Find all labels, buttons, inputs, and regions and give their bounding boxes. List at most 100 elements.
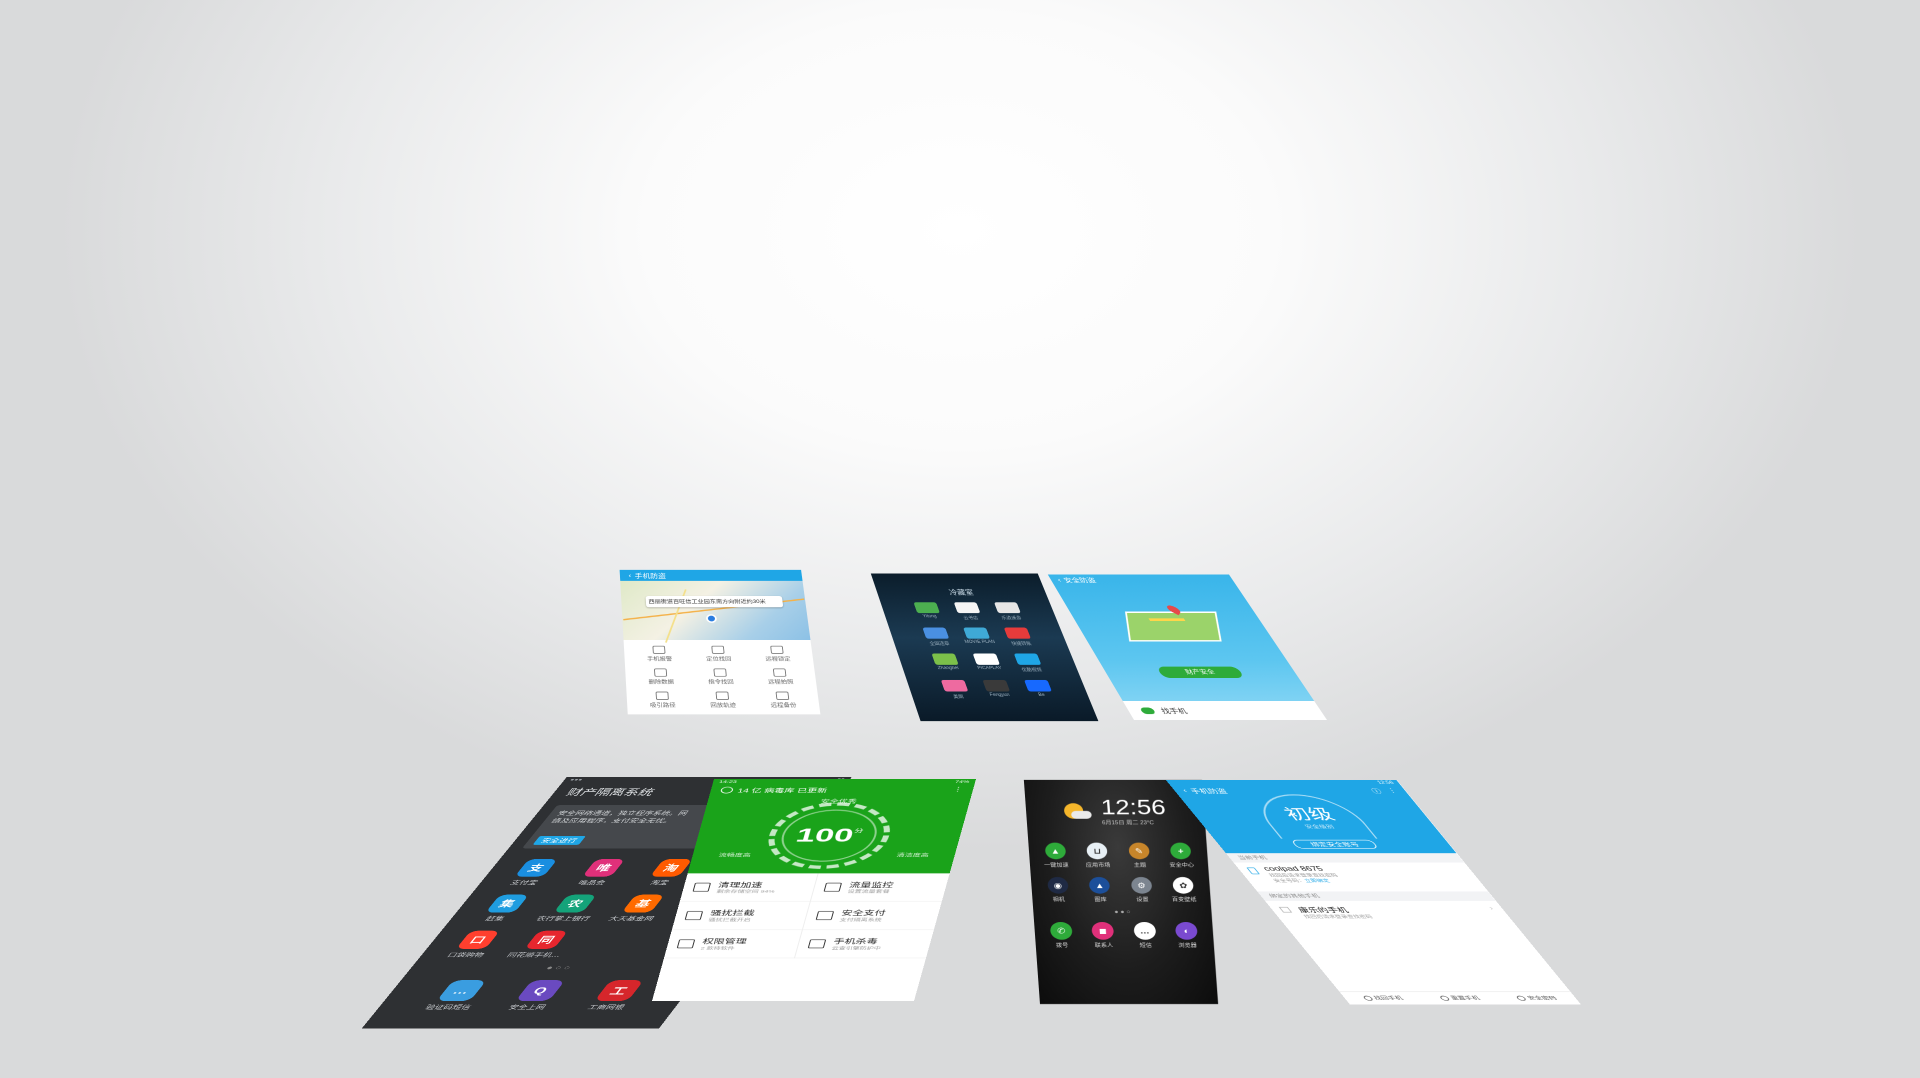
folder-app-label: MOVIE PLAN — [964, 640, 996, 644]
app-tile[interactable]: ◉ 相机 — [1036, 877, 1080, 903]
folder-app[interactable]: 全国违章 — [913, 628, 961, 647]
security-feature-title: 流量监控 — [848, 880, 894, 889]
security-feature-item[interactable]: 骚扰拦截 骚扰拦截开启 — [672, 902, 811, 930]
app-label: 唯品会 — [576, 879, 608, 887]
abc-bank-icon: 农 — [553, 895, 596, 913]
app-tile[interactable]: ✿ 百变壁纸 — [1162, 877, 1206, 903]
folder-app[interactable]: Be — [1015, 680, 1064, 700]
app-label: 赶集 — [483, 914, 507, 922]
app-tile[interactable]: ▲ 图库 — [1078, 877, 1122, 903]
security-feature-item[interactable]: 清理加速 剩余存储空间 94% — [680, 873, 819, 901]
findphone-nav-label: 安全密码 — [1525, 995, 1558, 1001]
map-function-label: 删除数据 — [648, 678, 674, 685]
map-function-item[interactable]: 指令找回 — [690, 668, 751, 685]
find-phone-link[interactable]: 找手机 — [1158, 706, 1189, 716]
findphone-nav-item[interactable]: 安全密码 — [1496, 995, 1578, 1001]
folder-app[interactable]: 云书店 — [945, 602, 992, 620]
device-row[interactable]: coolpad 8675 找回后请求登录查找密码 安全号码：立即绑定 — [1234, 863, 1485, 887]
map-function-icon — [713, 668, 726, 676]
findphone-nav-label: 重置手机 — [1449, 995, 1482, 1001]
bind-now-link[interactable]: 立即绑定 — [1304, 879, 1332, 883]
more-menu-icon[interactable]: ⋮ — [1385, 788, 1399, 794]
map-function-item[interactable]: 吸引路径 — [632, 692, 693, 709]
map-function-icon — [770, 646, 783, 654]
finance-status-left: ●●● — [569, 778, 584, 782]
folder-app[interactable]: Yitong — [905, 602, 952, 620]
device-name: coolpad 8675 — [1262, 866, 1335, 873]
app-tile[interactable]: ✎ 主题 — [1117, 843, 1161, 869]
pocket-icon: 口 — [456, 931, 500, 949]
folder-app[interactable]: PICAPLAY — [964, 653, 1013, 672]
security-feature-item[interactable]: 手机杀毒 云查引擎防护中 — [795, 930, 934, 958]
security-feature-title: 手机杀毒 — [833, 937, 884, 946]
folder-app-label: Zhangbei — [937, 666, 959, 670]
app-label: 口袋购物 — [445, 951, 487, 959]
security-feature-sub: 支付隔离系统 — [839, 917, 885, 923]
security-level: 初级 — [1254, 803, 1364, 824]
app-label: 应用市场 — [1086, 861, 1111, 868]
map-function-item[interactable]: 定位找回 — [688, 646, 749, 663]
findphone-status-right: 12:56 — [1376, 781, 1395, 785]
safe-enter-button[interactable]: 安全进行 — [533, 836, 586, 845]
block-icon — [685, 911, 703, 920]
security-feature-item[interactable]: 权限管理 2 款待软件 — [664, 930, 803, 958]
app-label: 浏览器 — [1178, 941, 1197, 948]
app-tile[interactable]: ✆ 拨号 — [1040, 922, 1084, 949]
folder-app[interactable]: 美图 — [932, 680, 981, 700]
findphone-nav-item[interactable]: 找回手机 — [1342, 995, 1424, 1001]
shield-bolt-icon — [808, 939, 826, 948]
map-function-item[interactable]: 远程锁定 — [747, 646, 808, 663]
app-tile[interactable]: ⚙ 设置 — [1120, 877, 1164, 903]
back-arrow-icon[interactable]: ‹ — [1056, 577, 1062, 584]
stage: ‹ 手机防盗 西丽街道百旺信工业园东南方向附近约30米 手机报警 定位找回 远程锁定… — [0, 0, 1920, 1078]
other-phone-section: 绑定的其他手机 — [1257, 891, 1495, 900]
locate-screen: ‹ 安全防盗 财产安全 找手机 — [1048, 575, 1327, 720]
app-tile[interactable]: ⊔ 应用市场 — [1076, 843, 1120, 869]
help-icon[interactable]: ⓘ — [1368, 787, 1384, 795]
folder-app-label: 全国违章 — [928, 640, 950, 646]
bind-account-button[interactable]: 绑定安全账号 — [1291, 840, 1379, 849]
findphone-nav-label: 找回手机 — [1372, 995, 1405, 1001]
virus-db-banner: 14 亿 病毒库 已更新 — [737, 786, 829, 794]
app-tile[interactable]: ◐ 浏览器 — [1165, 922, 1209, 949]
finance-dock: … 验证码短信 Q 安全上网 工工商网银 — [374, 978, 698, 1014]
security-feature-item[interactable]: 安全支付 支付隔离系统 — [803, 902, 942, 930]
other-device-row[interactable]: 康乐的手机 找回后请求登录查找密码 › — [1265, 901, 1515, 924]
app-tile[interactable]: ▲ 一键加速 — [1034, 843, 1078, 869]
map-function-grid: 手机报警 定位找回 远程锁定删除数据 指令找回 远程拍照吸引路径 回放轨迹 远程备份 — [624, 640, 821, 714]
back-arrow-icon[interactable]: ‹ — [628, 572, 631, 579]
app-label: 安全上网 — [506, 1003, 548, 1011]
folder-app[interactable]: 乐逍遥游 — [985, 602, 1033, 620]
back-arrow-icon[interactable]: ‹ — [1181, 788, 1189, 794]
app-tile[interactable]: … 短信 — [1123, 922, 1167, 949]
folder-app[interactable]: MOVIE PLAN — [954, 628, 1002, 647]
property-safe-button[interactable]: 财产安全 — [1156, 667, 1244, 678]
checkbox-icon[interactable] — [1279, 907, 1292, 913]
app-tile[interactable]: + 安全中心 — [1159, 843, 1203, 869]
map-function-item[interactable]: 删除数据 — [631, 668, 692, 685]
app-label: 大天基金网 — [607, 914, 657, 922]
folder-app[interactable]: 快捷转账 — [995, 628, 1043, 647]
chevron-right-icon: › — [1487, 905, 1495, 911]
folder-app[interactable]: Zhangbei — [922, 653, 970, 672]
security-status-right: 74% — [955, 780, 970, 784]
folder-app[interactable]: 优酷视频 — [1005, 653, 1054, 672]
map-screen: ‹ 手机防盗 西丽街道百旺信工业园东南方向附近约30米 手机报警 定位找回 远程锁定… — [620, 570, 821, 715]
app-label: 主题 — [1134, 861, 1147, 868]
map-function-item[interactable]: 手机报警 — [629, 646, 689, 663]
cleanliness-caption: 清洁度高 — [896, 852, 930, 858]
findphone-bottom-nav: 找回手机 重置手机 安全密码 — [1339, 991, 1580, 1004]
security-score-unit: 分 — [854, 826, 865, 833]
more-menu-icon[interactable]: ⋮ — [952, 787, 964, 793]
map-function-item[interactable]: 回放轨迹 — [692, 692, 754, 709]
map-function-item[interactable]: 远程拍照 — [749, 668, 811, 685]
gallery-icon: ▲ — [1089, 877, 1111, 894]
app-tile[interactable]: ◼ 联系人 — [1081, 922, 1125, 949]
security-feature-item[interactable]: 流量监控 设置流量套餐 — [811, 873, 950, 901]
folder-app-icon — [913, 602, 939, 613]
map-area[interactable]: 西丽街道百旺信工业园东南方向附近约30米 — [620, 581, 810, 640]
map-function-item[interactable]: 远程备份 — [752, 692, 814, 709]
home-dock: ✆ 拨号 ◼ 联系人… 短信 ◐ 浏览器 — [1034, 922, 1214, 949]
map-pin-card: 西丽街道百旺信工业园东南方向附近约30米 — [646, 596, 784, 607]
findphone-nav-item[interactable]: 重置手机 — [1419, 995, 1501, 1001]
